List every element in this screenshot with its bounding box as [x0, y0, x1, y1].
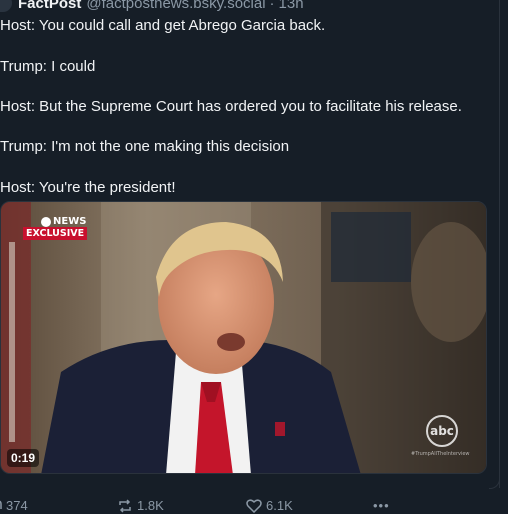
heart-icon — [246, 498, 262, 513]
post-text-line: Host: You're the president! — [0, 179, 176, 196]
abc-news-logo: NEWS — [41, 216, 86, 227]
avatar[interactable] — [0, 0, 12, 12]
post-text-line: Host: But the Supreme Court has ordered … — [0, 98, 462, 115]
post-text-line: Trump: I could — [0, 58, 96, 75]
exclusive-badge: EXCLUSIVE — [23, 227, 88, 240]
more-icon: ••• — [373, 498, 390, 513]
repost-count: 1.8K — [137, 498, 164, 513]
video-hashtag: #TrumpAllTheInterview — [411, 451, 470, 457]
header-separator: · — [269, 0, 275, 12]
reply-icon — [0, 500, 2, 509]
like-button[interactable]: 6.1K — [246, 498, 293, 513]
post-actions: 374 1.8K 6.1K ••• — [0, 498, 508, 514]
reply-button[interactable]: 374 — [0, 498, 28, 513]
more-options-button[interactable]: ••• — [373, 498, 390, 513]
repost-icon — [119, 498, 131, 513]
video-frame — [1, 202, 486, 473]
post-timestamp[interactable]: 13h — [279, 0, 304, 12]
post-text-line: Trump: I'm not the one making this decis… — [0, 138, 290, 155]
reply-count: 374 — [6, 498, 28, 513]
video-player[interactable]: NEWS EXCLUSIVE 0:19 abc #TrumpAllTheInte… — [0, 201, 487, 474]
post-text-line: Host: You could call and get Abrego Garc… — [0, 17, 326, 34]
video-duration-badge: 0:19 — [7, 449, 40, 467]
abc-watermark: abc — [426, 415, 458, 447]
post-header: FactPost @factpostnews.bsky.social · 13h — [0, 0, 304, 12]
abc-dot-icon — [41, 216, 51, 227]
like-count: 6.1K — [266, 498, 293, 513]
post-card: FactPost @factpostnews.bsky.social · 13h… — [0, 0, 508, 514]
card-border — [499, 0, 500, 488]
repost-button[interactable]: 1.8K — [117, 498, 164, 513]
news-logo-text: NEWS — [53, 216, 87, 227]
author-name[interactable]: FactPost — [18, 0, 81, 12]
author-handle[interactable]: @factpostnews.bsky.social — [86, 0, 265, 12]
